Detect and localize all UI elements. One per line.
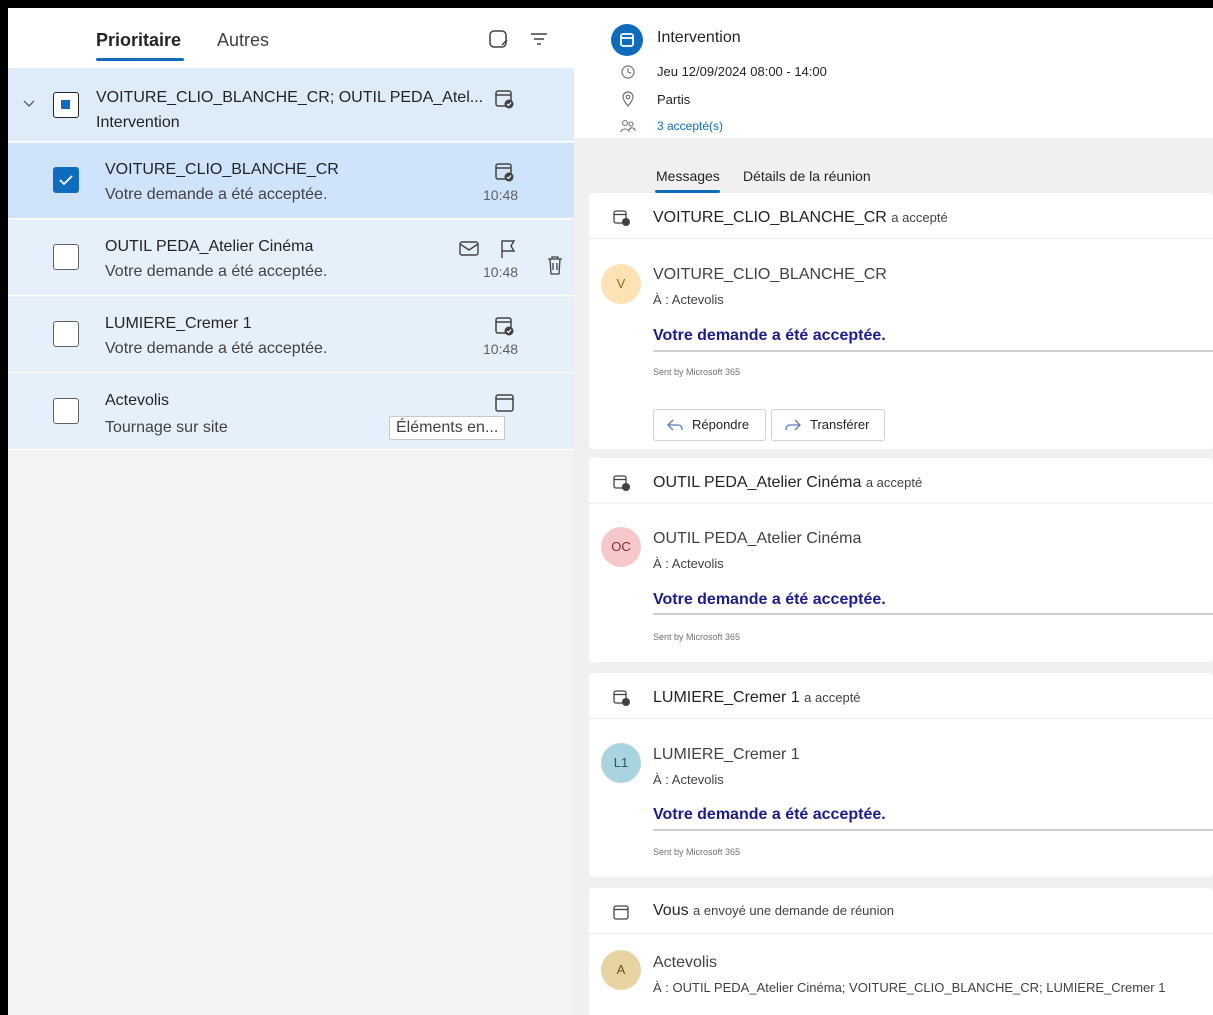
forward-icon — [785, 419, 801, 431]
message-list-pane: Prioritaire Autres VOITURE_CLIO_BLANCHE_… — [8, 8, 574, 1015]
message-footer: Sent by Microsoft 365 — [653, 367, 741, 377]
tab-focused[interactable]: Prioritaire — [96, 30, 181, 51]
calendar-accepted-icon — [613, 210, 630, 226]
message-footer: Sent by Microsoft 365 — [653, 632, 741, 642]
outlook-window: Prioritaire Autres VOITURE_CLIO_BLANCHE_… — [8, 8, 1213, 1015]
message-body: Votre demande a été acceptée. — [653, 327, 886, 344]
chevron-down-icon[interactable] — [22, 99, 36, 109]
event-location: Partis — [657, 92, 691, 107]
calendar-accepted-icon — [613, 690, 630, 706]
item-preview: Votre demande a été acceptée. — [105, 186, 328, 203]
card-header[interactable]: Vous a envoyé une demande de réunion — [589, 888, 1213, 934]
tab-meeting-details[interactable]: Détails de la réunion — [743, 168, 871, 184]
thread-subtitle: Intervention — [96, 114, 180, 131]
message-body: Votre demande a été acceptée. — [653, 806, 886, 823]
partial-check-indicator — [61, 100, 70, 109]
message-card[interactable]: OUTIL PEDA_Atelier Cinéma a accepté OC O… — [589, 458, 1213, 662]
thread-header-row[interactable]: VOITURE_CLIO_BLANCHE_CR; OUTIL PEDA_Atel… — [8, 68, 574, 142]
people-icon — [620, 119, 636, 133]
tab-focused-underline — [96, 58, 184, 61]
calendar-accepted-icon — [495, 317, 514, 336]
item-checkbox-checked[interactable] — [53, 167, 79, 193]
card-header-text: Vous a envoyé une demande de réunion — [653, 902, 894, 919]
item-preview: Votre demande a été acceptée. — [105, 263, 328, 280]
message-sender: VOITURE_CLIO_BLANCHE_CR — [653, 266, 887, 283]
checkmark-icon — [58, 174, 73, 185]
event-attendees-link[interactable]: 3 accepté(s) — [657, 119, 723, 133]
avatar: OC — [601, 527, 641, 567]
item-checkbox[interactable] — [53, 398, 79, 424]
list-item[interactable]: VOITURE_CLIO_BLANCHE_CR Votre demande a … — [8, 143, 574, 219]
item-sender: Actevolis — [105, 392, 170, 409]
message-recipients: À : OUTIL PEDA_Atelier Cinéma; VOITURE_C… — [653, 980, 1166, 995]
message-recipients: À : Actevolis — [653, 772, 724, 787]
calendar-accepted-icon — [495, 90, 514, 109]
calendar-icon — [613, 905, 629, 920]
event-datetime: Jeu 12/09/2024 08:00 - 14:00 — [657, 64, 827, 79]
divider — [653, 350, 1213, 352]
calendar-icon — [620, 33, 634, 47]
divider — [653, 829, 1213, 831]
category-tag[interactable]: Éléments en... — [389, 416, 506, 440]
forward-button[interactable]: Transférer — [771, 409, 885, 441]
list-item[interactable]: OUTIL PEDA_Atelier Cinéma Votre demande … — [8, 220, 574, 296]
message-card[interactable]: LUMIERE_Cremer 1 a accepté L1 LUMIERE_Cr… — [589, 673, 1213, 877]
forward-label: Transférer — [810, 417, 870, 432]
item-sender: LUMIERE_Cremer 1 — [105, 315, 252, 332]
item-sender: VOITURE_CLIO_BLANCHE_CR — [105, 161, 339, 178]
calendar-accepted-icon — [495, 163, 514, 182]
reply-button[interactable]: Répondre — [653, 409, 766, 441]
avatar: V — [601, 264, 641, 304]
card-header-text: VOITURE_CLIO_BLANCHE_CR a accepté — [653, 209, 948, 226]
inbox-tabs: Prioritaire Autres — [8, 8, 574, 68]
filter-icon[interactable] — [528, 28, 550, 50]
message-card[interactable]: Vous a envoyé une demande de réunion A A… — [589, 888, 1213, 1015]
reply-label: Répondre — [692, 417, 750, 432]
divider — [653, 613, 1213, 615]
message-sender: Actevolis — [653, 954, 718, 971]
flag-icon[interactable] — [498, 238, 518, 260]
message-footer: Sent by Microsoft 365 — [653, 847, 741, 857]
item-preview: Tournage sur site — [105, 419, 228, 436]
event-header: Intervention Jeu 12/09/2024 08:00 - 14:0… — [574, 8, 1213, 138]
list-item[interactable]: LUMIERE_Cremer 1 Votre demande a été acc… — [8, 297, 574, 373]
message-recipients: À : Actevolis — [653, 292, 724, 307]
reading-pane: Intervention Jeu 12/09/2024 08:00 - 14:0… — [574, 8, 1213, 1015]
calendar-icon — [495, 394, 514, 412]
item-sender: OUTIL PEDA_Atelier Cinéma — [105, 238, 314, 255]
thread-checkbox[interactable] — [53, 92, 79, 118]
item-preview: Votre demande a été acceptée. — [105, 340, 328, 357]
list-item[interactable]: Actevolis Tournage sur site Éléments en.… — [8, 374, 574, 450]
avatar: A — [601, 950, 641, 990]
card-header[interactable]: LUMIERE_Cremer 1 a accepté — [589, 673, 1213, 719]
message-sender: OUTIL PEDA_Atelier Cinéma — [653, 530, 862, 547]
avatar: L1 — [601, 743, 641, 783]
message-card[interactable]: VOITURE_CLIO_BLANCHE_CR a accepté V VOIT… — [589, 193, 1213, 449]
location-icon — [622, 91, 634, 107]
card-header-text: LUMIERE_Cremer 1 a accepté — [653, 689, 861, 706]
reply-icon — [667, 419, 683, 431]
item-time: 10:48 — [483, 187, 519, 203]
card-header-text: OUTIL PEDA_Atelier Cinéma a accepté — [653, 474, 923, 491]
tab-other[interactable]: Autres — [217, 30, 269, 51]
thread-title: VOITURE_CLIO_BLANCHE_CR; OUTIL PEDA_Atel… — [96, 89, 484, 106]
event-calendar-badge — [611, 24, 643, 56]
message-body: Votre demande a été acceptée. — [653, 591, 886, 608]
calendar-accepted-icon — [613, 475, 630, 491]
tab-messages[interactable]: Messages — [656, 168, 720, 184]
card-header[interactable]: VOITURE_CLIO_BLANCHE_CR a accepté — [589, 193, 1213, 239]
event-title: Intervention — [657, 29, 741, 46]
mark-read-envelope-icon[interactable] — [458, 240, 480, 258]
item-checkbox[interactable] — [53, 321, 79, 347]
message-sender: LUMIERE_Cremer 1 — [653, 746, 800, 763]
message-recipients: À : Actevolis — [653, 556, 724, 571]
clock-icon — [621, 65, 635, 79]
item-time: 10:48 — [483, 341, 519, 357]
item-time: 10:48 — [483, 264, 519, 280]
select-mode-icon[interactable] — [488, 28, 510, 50]
message-tabs: Messages Détails de la réunion — [574, 138, 1213, 193]
card-header[interactable]: OUTIL PEDA_Atelier Cinéma a accepté — [589, 458, 1213, 504]
item-checkbox[interactable] — [53, 244, 79, 270]
delete-icon[interactable] — [546, 254, 564, 276]
